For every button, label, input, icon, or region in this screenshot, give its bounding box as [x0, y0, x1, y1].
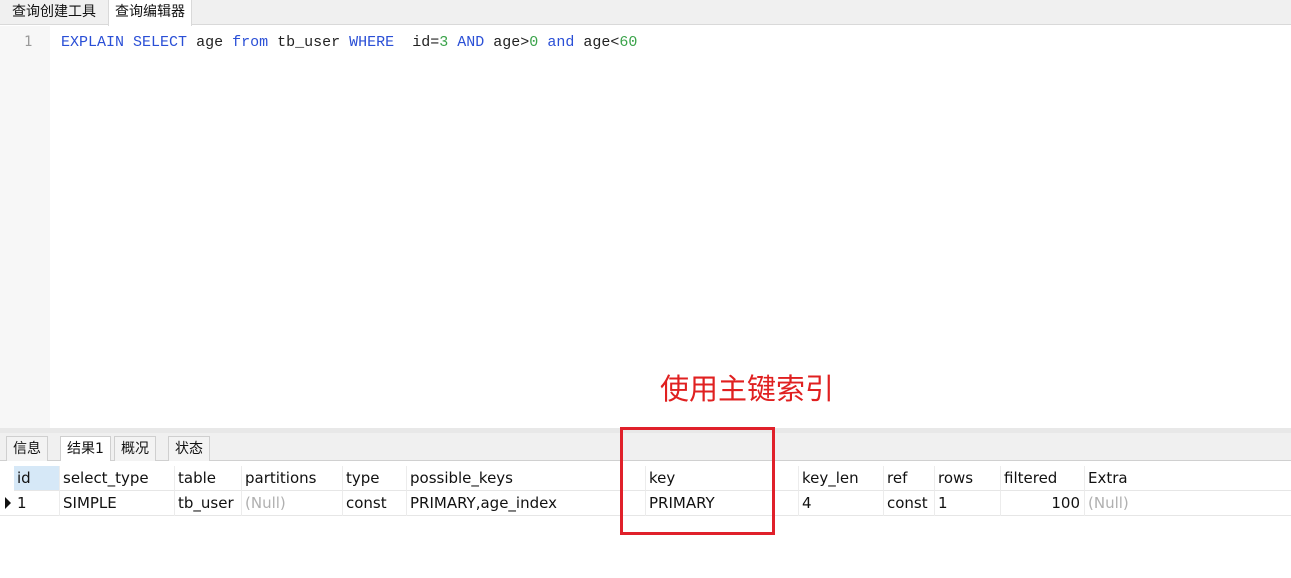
cell-table[interactable]: tb_user	[175, 491, 242, 516]
sql-num-3: 60	[619, 34, 638, 51]
sql-keyword-from: from	[232, 34, 269, 51]
cell-possible-keys[interactable]: PRIMARY,age_index	[407, 491, 646, 516]
tab-profile[interactable]: 概况	[114, 436, 156, 461]
line-number: 1	[24, 34, 33, 50]
sql-column: age	[196, 34, 224, 51]
column-header-type[interactable]: type	[343, 466, 407, 491]
sql-keyword-and-1: AND	[457, 34, 485, 51]
sql-num-2: 0	[529, 34, 539, 51]
cell-filtered[interactable]: 100	[1001, 491, 1085, 516]
sql-cond-2: age>	[493, 34, 530, 51]
column-header-table[interactable]: table	[175, 466, 242, 491]
column-header-id[interactable]: id	[14, 466, 60, 491]
sql-num-1: 3	[439, 34, 449, 51]
column-header-rows[interactable]: rows	[935, 466, 1001, 491]
cell-extra[interactable]: (Null)	[1085, 491, 1291, 516]
column-header-filtered[interactable]: filtered	[1001, 466, 1085, 491]
sql-keyword-where: WHERE	[349, 34, 395, 51]
sql-table: tb_user	[277, 34, 341, 51]
column-header-possible-keys[interactable]: possible_keys	[407, 466, 646, 491]
column-header-select-type[interactable]: select_type	[60, 466, 175, 491]
cell-select-type[interactable]: SIMPLE	[60, 491, 175, 516]
column-header-extra[interactable]: Extra	[1085, 466, 1291, 491]
sql-cond-3: age<	[583, 34, 620, 51]
sql-keyword-explain: EXPLAIN	[61, 34, 125, 51]
line-gutter: 1	[0, 26, 50, 428]
cell-ref[interactable]: const	[884, 491, 935, 516]
tab-result-1[interactable]: 结果1	[60, 436, 111, 461]
top-tab-bar: 查询创建工具 查询编辑器	[0, 0, 1291, 26]
tab-info[interactable]: 信息	[6, 436, 48, 461]
tab-status[interactable]: 状态	[168, 436, 210, 461]
tab-query-editor[interactable]: 查询编辑器	[108, 0, 192, 26]
column-header-ref[interactable]: ref	[884, 466, 935, 491]
column-header-key-len[interactable]: key_len	[799, 466, 884, 491]
tab-query-builder[interactable]: 查询创建工具	[6, 0, 102, 25]
cell-rows[interactable]: 1	[935, 491, 1001, 516]
sql-cond-1: id=	[412, 34, 440, 51]
cell-partitions[interactable]: (Null)	[242, 491, 343, 516]
annotation-highlight-box	[620, 427, 775, 535]
sql-code-line[interactable]: EXPLAIN SELECT age from tb_user WHERE id…	[61, 34, 637, 51]
current-row-indicator-icon	[5, 497, 11, 509]
sql-editor[interactable]: 1 EXPLAIN SELECT age from tb_user WHERE …	[0, 26, 1291, 428]
cell-id[interactable]: 1	[14, 491, 60, 516]
cell-type[interactable]: const	[343, 491, 407, 516]
cell-key-len[interactable]: 4	[799, 491, 884, 516]
annotation-text: 使用主键索引	[660, 372, 835, 406]
column-header-partitions[interactable]: partitions	[242, 466, 343, 491]
sql-keyword-select: SELECT	[133, 34, 188, 51]
sql-keyword-and-2: and	[547, 34, 575, 51]
